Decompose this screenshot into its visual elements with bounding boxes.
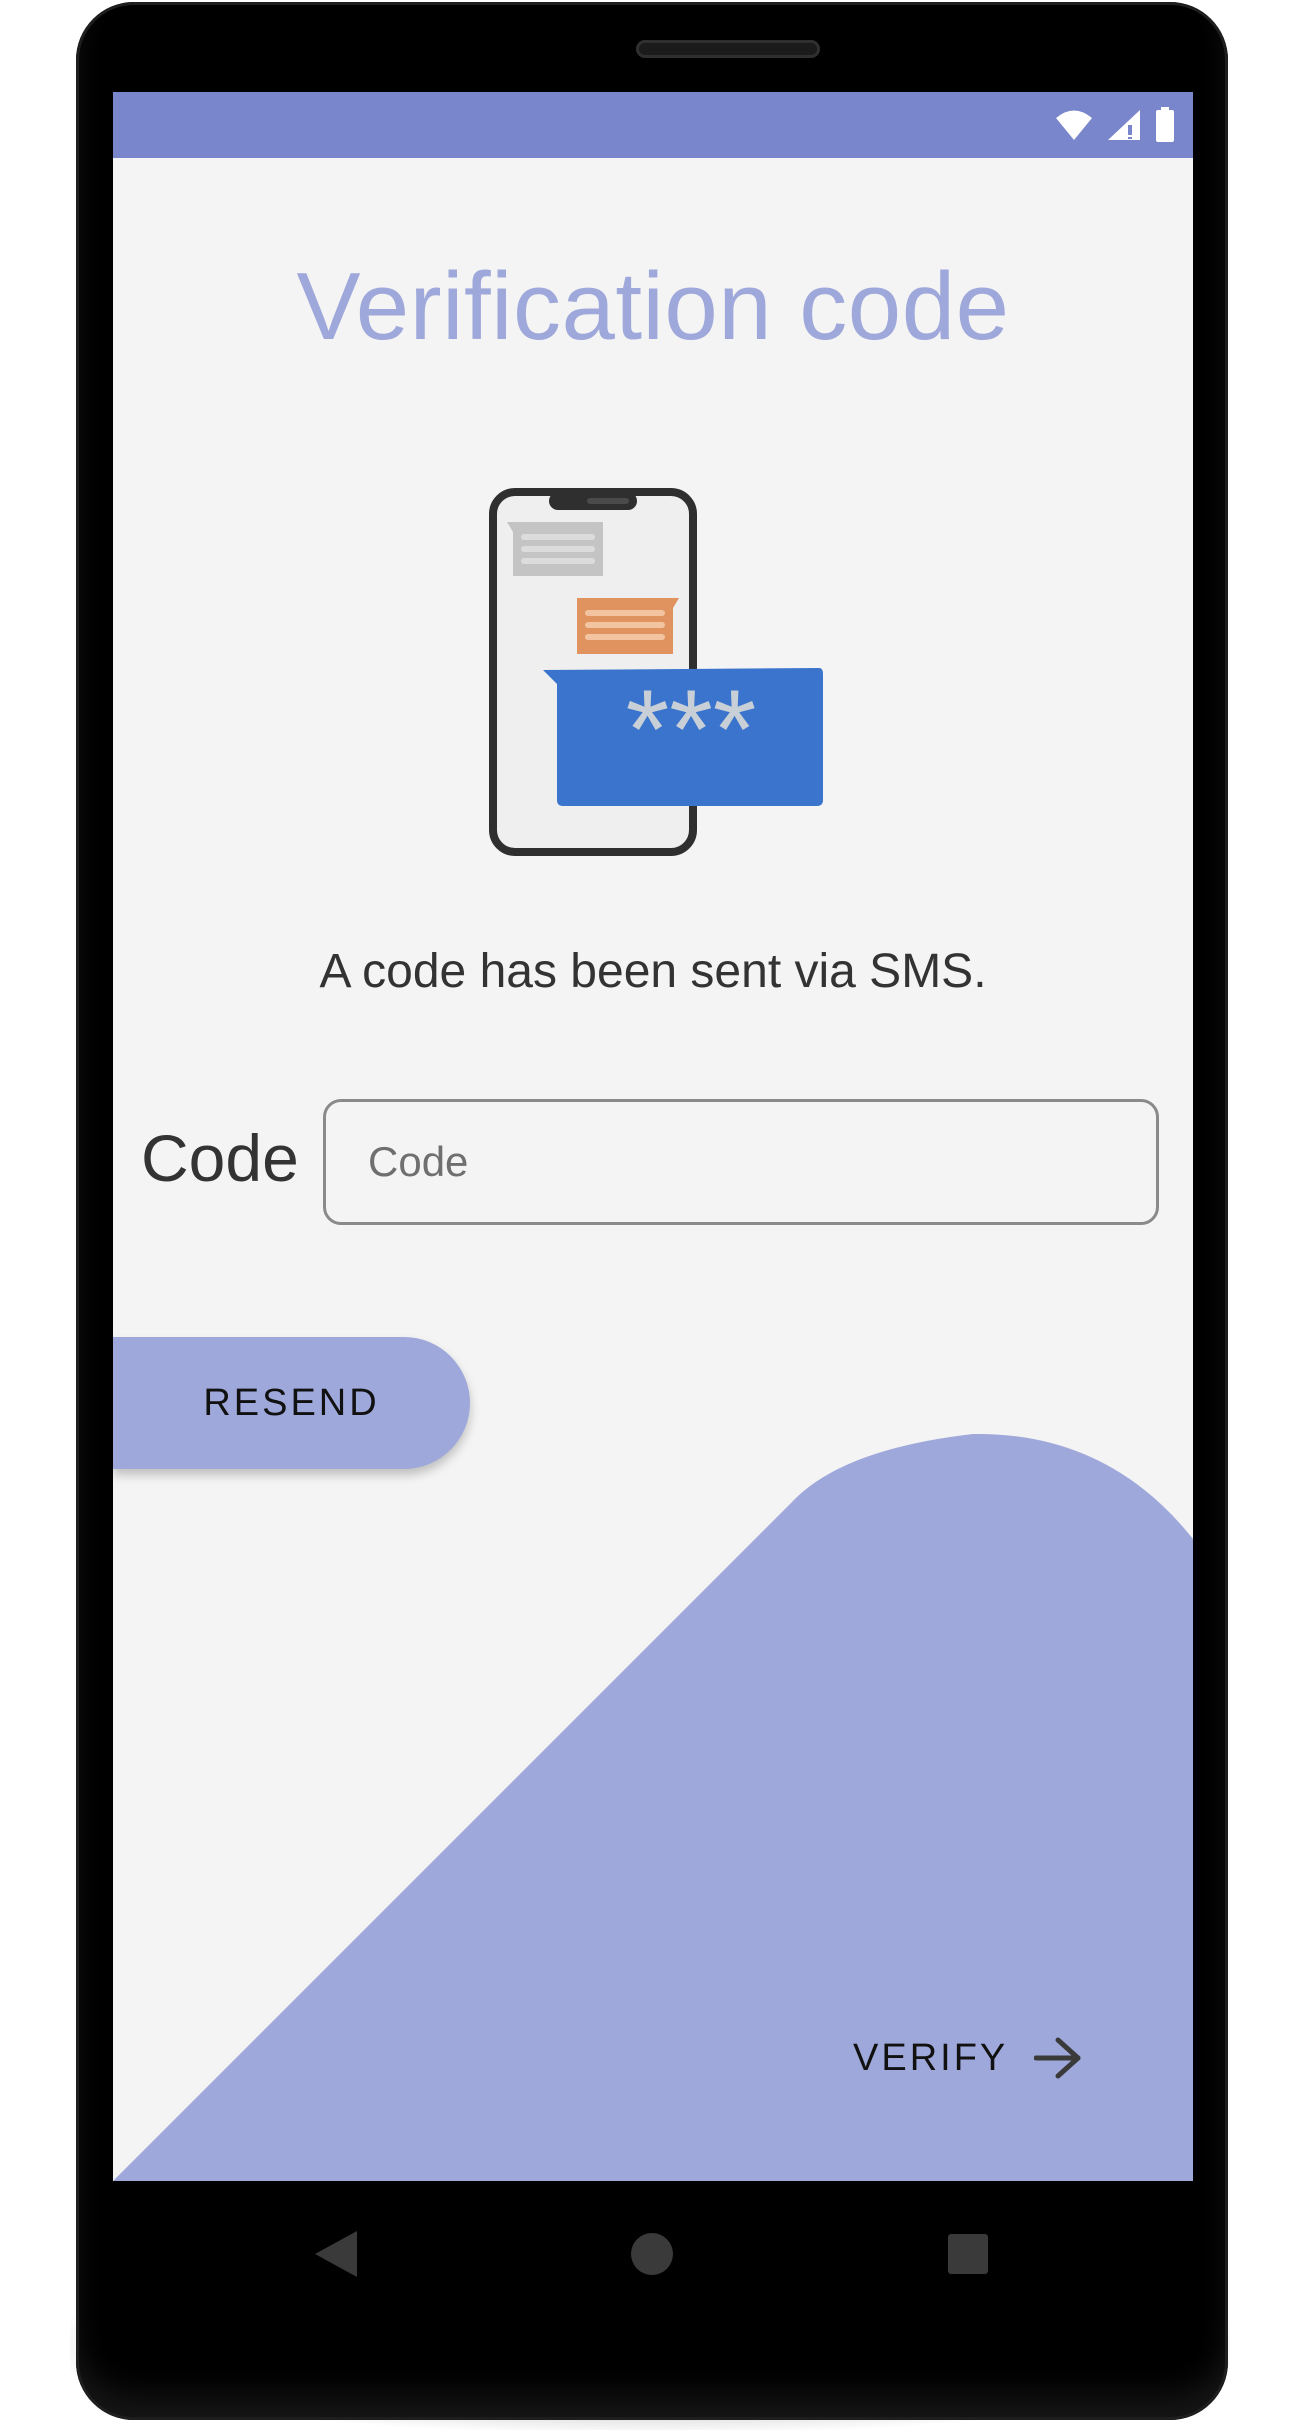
earpiece-speaker [636,40,820,58]
battery-icon [1156,107,1174,142]
home-icon [631,2233,673,2275]
recents-button[interactable] [938,2224,998,2284]
status-icons [1055,106,1175,144]
back-button[interactable] [306,2224,366,2284]
status-bar [113,92,1193,158]
recents-icon [948,2234,988,2274]
sms-sent-message: A code has been sent via SMS. [319,945,987,998]
back-icon [315,2231,357,2277]
page-title: Verification code [296,253,1010,360]
code-input[interactable] [323,1099,1159,1225]
device-stage: Verification code *** A code has been se… [0,0,1305,2430]
home-button[interactable] [622,2224,682,2284]
arrow-right-icon [1034,2037,1081,2079]
app-screen: Verification code *** A code has been se… [113,92,1193,2181]
code-label: Code [141,1121,299,1195]
cell-signal-icon [1108,110,1140,140]
sms-phone-illustration: *** [489,488,823,856]
verify-button[interactable]: VERIFY [843,2018,1113,2098]
resend-button[interactable]: RESEND [113,1337,470,1469]
verify-label: VERIFY [853,2036,1009,2079]
wifi-icon [1056,110,1092,140]
bubble-code-text: *** [626,667,757,792]
